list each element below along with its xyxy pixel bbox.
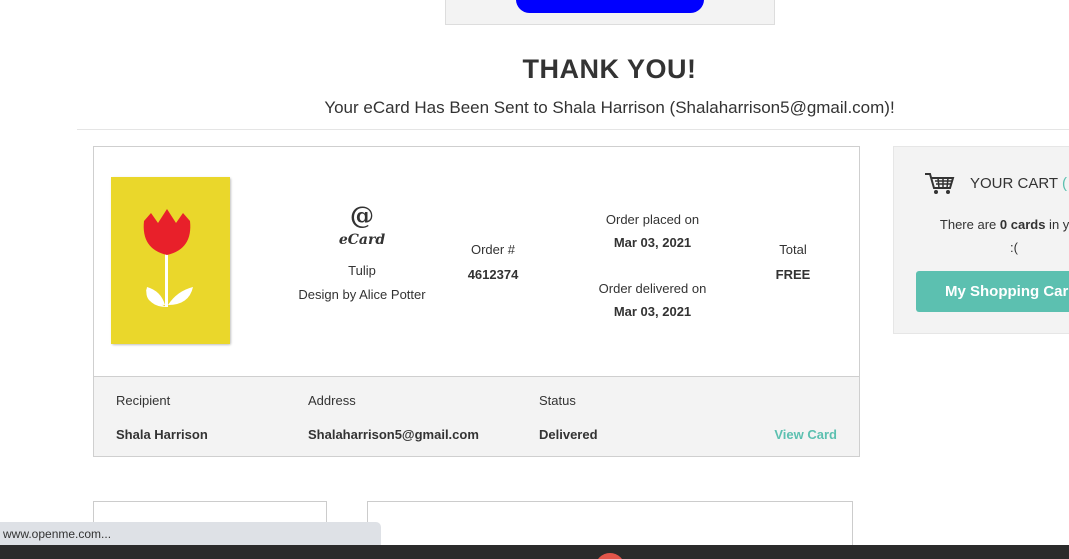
order-dates: Order placed on Mar 03, 2021 Order deliv…: [574, 208, 731, 323]
top-action-button[interactable]: [516, 0, 704, 13]
recipient-address: Shalaharrison5@gmail.com: [308, 427, 479, 442]
card-designer: Design by Alice Potter: [298, 287, 426, 302]
confirmation-message: Your eCard Has Been Sent to Shala Harris…: [324, 98, 895, 117]
view-card-link[interactable]: View Card: [774, 427, 837, 442]
cart-message-count: 0 cards: [999, 217, 1046, 232]
cart-message: There are 0 cards in your :(: [904, 213, 1069, 259]
delivery-details: Recipient Shala Harrison Address Shalaha…: [94, 376, 859, 456]
page-title: THANK YOU!: [522, 54, 697, 84]
delivered-label: Order delivered on: [598, 281, 707, 296]
card-type: eCard: [338, 232, 386, 248]
at-sign-icon: @: [350, 201, 374, 230]
placed-date: Mar 03, 2021: [613, 235, 692, 250]
tulip-illustration: [111, 177, 230, 344]
order-total-block: Total FREE: [744, 242, 842, 282]
cart-message-post: in your: [1049, 217, 1069, 232]
shopping-cart-icon: [925, 173, 955, 194]
order-number-label: Order #: [470, 242, 516, 257]
total-value: FREE: [775, 267, 811, 282]
browser-status-url: www.openme.com...: [0, 522, 381, 546]
order-number-block: Order # 4612374: [434, 242, 552, 282]
divider: [77, 129, 1069, 130]
total-label: Total: [779, 242, 807, 257]
status-label: Status: [539, 393, 576, 408]
status-value: Delivered: [539, 427, 598, 442]
recipient-name: Shala Harrison: [116, 427, 208, 442]
cart-message-pre: There are: [939, 217, 1000, 232]
recipient-label: Recipient: [116, 393, 171, 408]
order-summary-card: @ eCard Tulip Design by Alice Potter Ord…: [93, 146, 860, 457]
card-name: Tulip: [348, 263, 376, 278]
cart-count: (: [1061, 175, 1067, 192]
my-shopping-cart-button[interactable]: My Shopping Car: [916, 271, 1069, 312]
bottom-bar: [0, 545, 1069, 559]
delivered-date: Mar 03, 2021: [613, 304, 692, 319]
card-info: @ eCard Tulip Design by Alice Potter: [284, 201, 440, 303]
cart-title-text: YOUR CART: [970, 175, 1058, 192]
order-number: 4612374: [467, 267, 519, 282]
card-thumbnail[interactable]: [111, 177, 230, 344]
cart-message-face: :(: [1010, 240, 1018, 255]
placed-label: Order placed on: [605, 212, 700, 227]
address-label: Address: [308, 393, 356, 408]
cart-panel: YOUR CART ( There are 0 cards in your :(…: [893, 146, 1069, 334]
cart-title: YOUR CART (: [970, 175, 1067, 192]
